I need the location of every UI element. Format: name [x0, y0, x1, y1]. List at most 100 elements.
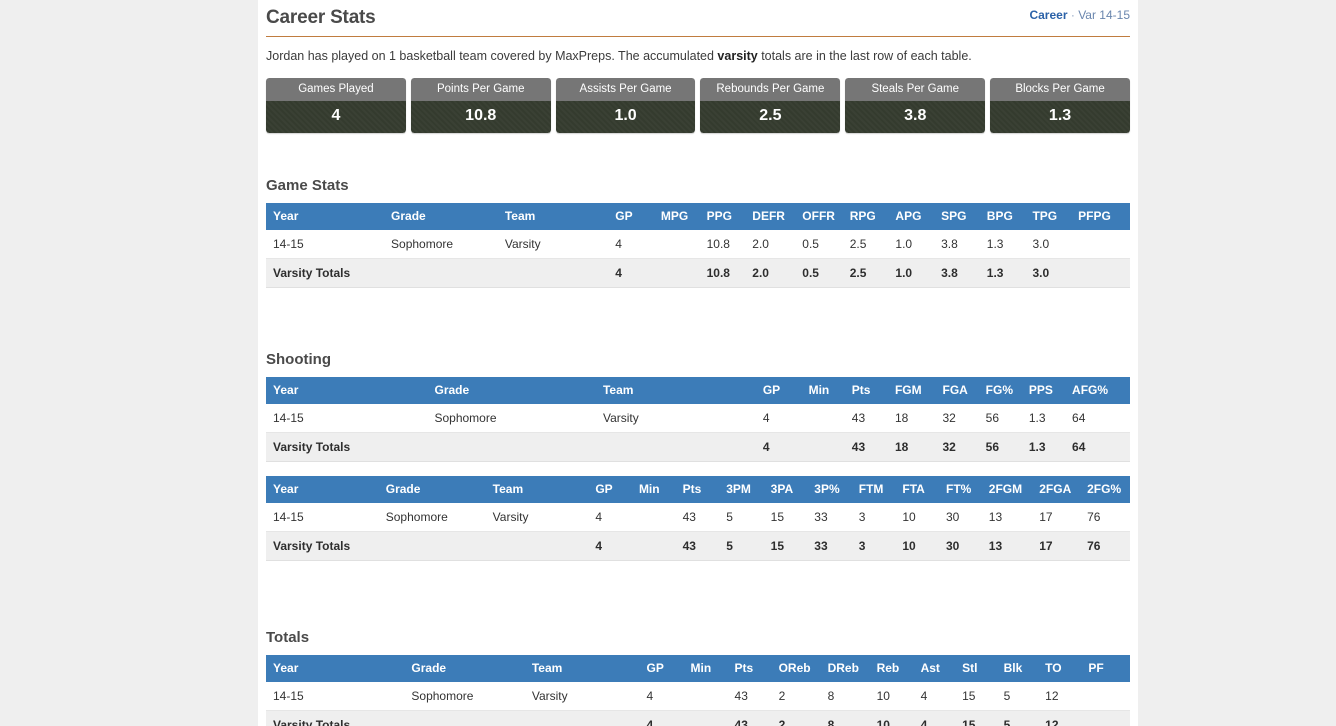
table-cell: 17 [1039, 503, 1088, 532]
table-cell: 5 [1003, 710, 1046, 726]
table-cell: 2.0 [752, 230, 803, 259]
table-cell: 3.8 [941, 230, 987, 259]
column-header[interactable]: Min [690, 655, 735, 682]
table-cell: 13 [988, 531, 1040, 561]
summary-stat-boxes: Games Played 4 Points Per Game 10.8 Assists … [266, 78, 1130, 133]
column-header[interactable]: Team [531, 655, 647, 682]
table-cell: Sophomore [411, 682, 532, 711]
column-header[interactable]: PPS [1028, 377, 1073, 404]
table-cell: 4 [646, 710, 691, 726]
column-header[interactable]: DReb [827, 655, 877, 682]
column-header[interactable]: TO [1045, 655, 1089, 682]
column-header[interactable]: Year [266, 476, 386, 503]
column-header[interactable]: Year [266, 203, 392, 230]
column-header[interactable]: Grade [391, 203, 505, 230]
table-cell: 2 [778, 710, 828, 726]
column-header[interactable]: Year [266, 655, 412, 682]
column-header[interactable]: PFPG [1078, 203, 1130, 230]
table-cell: 10.8 [706, 258, 753, 288]
column-header[interactable]: Ast [920, 655, 963, 682]
column-header[interactable]: OReb [778, 655, 828, 682]
column-header[interactable]: SPG [941, 203, 987, 230]
table-cell: 8 [827, 682, 877, 711]
totals-table-wrapper: Year Grade Team GP Min Pts OReb DReb Reb Ast Stl Bl… [266, 655, 1130, 726]
column-header[interactable]: 2FGM [988, 476, 1040, 503]
column-header[interactable]: TPG [1032, 203, 1079, 230]
breadcrumb: Career · Var 14-15 [1029, 8, 1130, 22]
column-header[interactable]: Year [266, 377, 435, 404]
column-header[interactable]: Reb [876, 655, 921, 682]
column-header[interactable]: AFG% [1072, 377, 1130, 404]
column-header[interactable]: Grade [411, 655, 532, 682]
breadcrumb-career-link[interactable]: Career [1029, 8, 1067, 22]
summary-stat-label: Points Per Game [410, 78, 551, 101]
intro-text-emphasis: varsity [717, 49, 758, 63]
table-cell [602, 432, 763, 462]
column-header[interactable]: PPG [706, 203, 753, 230]
summary-stat-value: 4 [266, 101, 406, 133]
column-header[interactable]: Team [602, 377, 763, 404]
table-cell [808, 432, 852, 462]
table-cell: 4 [646, 682, 691, 711]
table-cell: 76 [1087, 531, 1130, 561]
content-panel: Career Stats Career · Var 14-15 Jordan h… [258, 0, 1138, 726]
column-header[interactable]: MPG [660, 203, 707, 230]
column-header[interactable]: Pts [734, 655, 779, 682]
table-cell: 32 [942, 432, 986, 462]
summary-stat-box: Points Per Game 10.8 [410, 78, 551, 133]
table-header-row: Year Grade Team GP Min Pts FGM FGA FG% PPS AFG% [266, 377, 1130, 404]
table-cell: 76 [1087, 503, 1130, 532]
table-cell: 15 [962, 682, 1004, 711]
column-header[interactable]: FG% [985, 377, 1029, 404]
column-header[interactable]: Pts [682, 476, 727, 503]
table-cell: 43 [734, 710, 779, 726]
column-header[interactable]: Grade [385, 476, 493, 503]
column-header[interactable]: RPG [849, 203, 896, 230]
summary-stat-label: Games Played [266, 78, 406, 101]
column-header[interactable]: BPG [986, 203, 1033, 230]
summary-stat-label: Rebounds Per Game [700, 78, 841, 101]
column-header[interactable]: GP [595, 476, 639, 503]
summary-stat-box: Games Played 4 [266, 78, 406, 133]
table-row: 14-15 Sophomore Varsity 4 43 5 15 33 3 10 30 13 17 76 [266, 503, 1130, 532]
table-cell: 15 [770, 531, 815, 561]
column-header[interactable]: FTM [858, 476, 903, 503]
column-header[interactable]: Blk [1003, 655, 1046, 682]
column-header[interactable]: Team [492, 476, 596, 503]
column-header[interactable]: 3PM [726, 476, 771, 503]
table-cell: Varsity Totals [266, 432, 435, 462]
column-header[interactable]: FT% [946, 476, 989, 503]
column-header[interactable]: Grade [434, 377, 603, 404]
column-header[interactable]: DEFR [752, 203, 803, 230]
column-header[interactable]: APG [895, 203, 942, 230]
column-header[interactable]: GP [615, 203, 661, 230]
column-header[interactable]: 2FG% [1087, 476, 1130, 503]
table-cell [531, 710, 647, 726]
column-header[interactable]: OFFR [802, 203, 850, 230]
table-cell: 14-15 [266, 404, 435, 433]
table-cell: 17 [1039, 531, 1088, 561]
column-header[interactable]: Pts [851, 377, 895, 404]
column-header[interactable]: FGA [942, 377, 986, 404]
column-header[interactable]: GP [762, 377, 809, 404]
table-cell: 4 [615, 258, 661, 288]
stats-table: Year Grade Team GP Min Pts FGM FGA FG% PPS AFG% 14-… [266, 377, 1130, 462]
summary-stat-label: Steals Per Game [845, 78, 986, 101]
section-title-shooting: Shooting [266, 351, 331, 368]
table-cell: 1.3 [1028, 404, 1073, 433]
column-header[interactable]: FTA [902, 476, 946, 503]
column-header[interactable]: Min [638, 476, 683, 503]
column-header[interactable]: FGM [894, 377, 943, 404]
column-header[interactable]: 3PA [770, 476, 815, 503]
column-header[interactable]: Team [504, 203, 616, 230]
summary-stat-box: Blocks Per Game 1.3 [990, 78, 1130, 133]
column-header[interactable]: GP [646, 655, 691, 682]
table-cell [1088, 682, 1130, 711]
column-header[interactable]: Stl [962, 655, 1004, 682]
table-totals-row: Varsity Totals 4 10.8 2.0 0.5 2.5 1.0 3.8 1.3 3.0 [266, 258, 1130, 288]
table-cell: 4 [762, 404, 809, 433]
column-header[interactable]: Min [808, 377, 852, 404]
column-header[interactable]: 3P% [814, 476, 859, 503]
column-header[interactable]: PF [1088, 655, 1130, 682]
column-header[interactable]: 2FGA [1039, 476, 1088, 503]
